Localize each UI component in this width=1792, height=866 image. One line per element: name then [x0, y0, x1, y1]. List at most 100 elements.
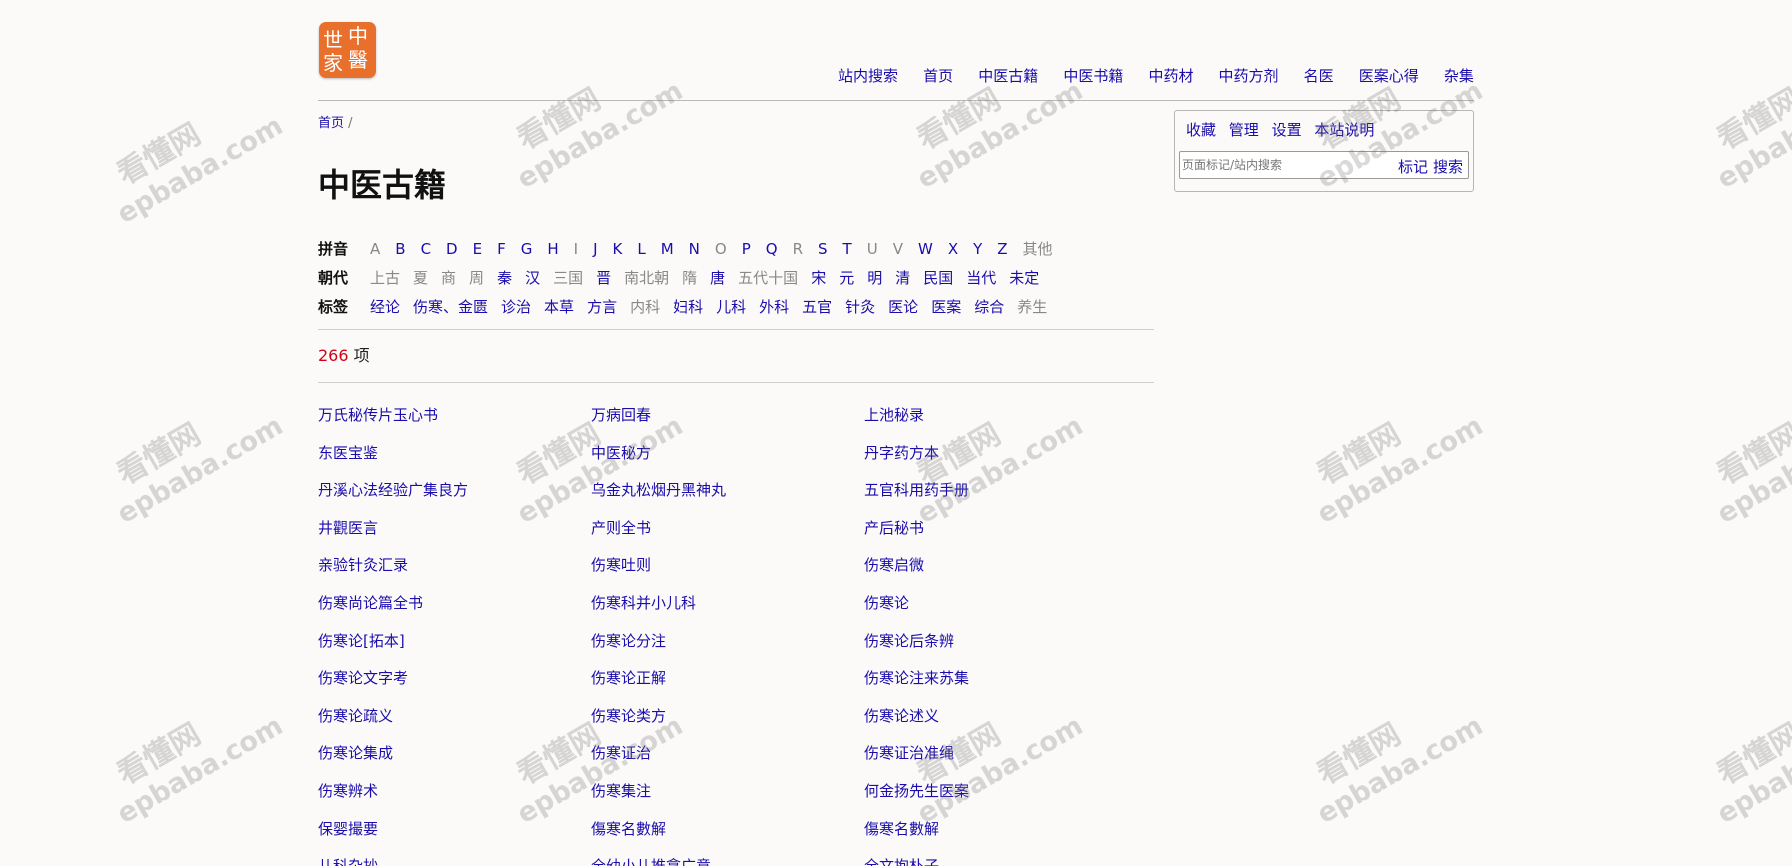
book-link[interactable]: 伤寒论分注	[591, 630, 864, 668]
filter-tag-option[interactable]: 本草	[544, 296, 574, 317]
favorites-link[interactable]: 收藏	[1186, 121, 1216, 139]
book-link[interactable]: 伤寒论	[864, 592, 1137, 630]
book-link[interactable]: 上池秘录	[864, 404, 1137, 442]
nav-site-search[interactable]: 站内搜索	[838, 65, 898, 87]
book-link[interactable]: 伤寒论疏义	[318, 705, 591, 743]
book-link[interactable]: 伤寒论正解	[591, 667, 864, 705]
book-link[interactable]: 儿科杂抄	[318, 855, 591, 866]
book-link[interactable]: 乌金丸松烟丹黑神丸	[591, 479, 864, 517]
filter-tag-option[interactable]: 伤寒、金匮	[413, 296, 488, 317]
book-link[interactable]: 产后秘书	[864, 517, 1137, 555]
filter-tag-option[interactable]: 综合	[974, 296, 1004, 317]
mark-button[interactable]: 标记	[1398, 156, 1428, 177]
book-link[interactable]: 伤寒论[拓本]	[318, 630, 591, 668]
filter-pinyin-option[interactable]: X	[948, 240, 958, 258]
filter-pinyin-option[interactable]: N	[689, 240, 700, 258]
book-link[interactable]: 伤寒论集成	[318, 742, 591, 780]
filter-dynasty-option[interactable]: 秦	[497, 267, 512, 288]
book-link[interactable]: 中医秘方	[591, 442, 864, 480]
nav-books[interactable]: 中医书籍	[1063, 65, 1123, 87]
nav-doctors[interactable]: 名医	[1304, 65, 1334, 87]
filter-tag-option[interactable]: 外科	[759, 296, 789, 317]
filter-pinyin-option[interactable]: Z	[997, 240, 1007, 258]
filter-pinyin-option[interactable]: S	[818, 240, 828, 258]
filter-tag-option[interactable]: 医案	[931, 296, 961, 317]
book-link[interactable]: 伤寒辨术	[318, 780, 591, 818]
filter-dynasty-option[interactable]: 民国	[923, 267, 953, 288]
filter-dynasty-option[interactable]: 清	[895, 267, 910, 288]
book-link[interactable]: 伤寒启微	[864, 554, 1137, 592]
filter-pinyin-option[interactable]: P	[742, 240, 751, 258]
book-link[interactable]: 伤寒尚论篇全书	[318, 592, 591, 630]
book-link[interactable]: 伤寒证治准绳	[864, 742, 1137, 780]
nav-misc[interactable]: 杂集	[1444, 65, 1474, 87]
filter-pinyin-option[interactable]: Q	[766, 240, 778, 258]
filter-dynasty-option[interactable]: 未定	[1009, 267, 1039, 288]
filter-tag-option[interactable]: 经论	[370, 296, 400, 317]
filter-tag-option[interactable]: 诊治	[501, 296, 531, 317]
filter-tag-option[interactable]: 妇科	[673, 296, 703, 317]
filter-tag-option[interactable]: 针灸	[845, 296, 875, 317]
filter-pinyin-option[interactable]: D	[446, 240, 458, 258]
filter-dynasty-option[interactable]: 唐	[710, 267, 725, 288]
book-link[interactable]: 全幼小儿推拿广意	[591, 855, 864, 866]
search-button[interactable]: 搜索	[1433, 156, 1463, 177]
filter-tag-option[interactable]: 方言	[587, 296, 617, 317]
breadcrumb-home[interactable]: 首页	[318, 116, 344, 131]
about-link[interactable]: 本站说明	[1314, 121, 1374, 139]
book-link[interactable]: 五官科用药手册	[864, 479, 1137, 517]
book-link[interactable]: 傷寒名數解	[864, 818, 1137, 856]
site-logo[interactable]: 中 醫 世 家	[319, 22, 376, 78]
filter-pinyin-option[interactable]: M	[661, 240, 674, 258]
book-link[interactable]: 伤寒论注来苏集	[864, 667, 1137, 705]
book-link[interactable]: 保婴撮要	[318, 818, 591, 856]
filter-pinyin-option[interactable]: E	[473, 240, 482, 258]
book-link[interactable]: 万氏秘传片玉心书	[318, 404, 591, 442]
nav-classics[interactable]: 中医古籍	[978, 65, 1038, 87]
book-link[interactable]: 傷寒名數解	[591, 818, 864, 856]
filter-pinyin-option[interactable]: C	[421, 240, 431, 258]
filter-tag-option[interactable]: 儿科	[716, 296, 746, 317]
filter-pinyin-option[interactable]: L	[637, 240, 645, 258]
nav-cases[interactable]: 医案心得	[1359, 65, 1419, 87]
filter-dynasty-option[interactable]: 明	[867, 267, 882, 288]
book-link[interactable]: 万病回春	[591, 404, 864, 442]
book-link[interactable]: 伤寒科并小儿科	[591, 592, 864, 630]
filter-dynasty-option[interactable]: 当代	[966, 267, 996, 288]
filter-pinyin-option[interactable]: J	[593, 240, 597, 258]
book-link[interactable]: 全文抱朴子	[864, 855, 1137, 866]
nav-home[interactable]: 首页	[923, 65, 953, 87]
filter-dynasty-option[interactable]: 晋	[596, 267, 611, 288]
filter-pinyin-option[interactable]: W	[918, 240, 933, 258]
filter-dynasty-option[interactable]: 元	[839, 267, 854, 288]
filter-tag-option[interactable]: 五官	[802, 296, 832, 317]
settings-link[interactable]: 设置	[1272, 121, 1302, 139]
book-link[interactable]: 伤寒论后条辨	[864, 630, 1137, 668]
filter-pinyin-option[interactable]: G	[521, 240, 533, 258]
book-link[interactable]: 井觀医言	[318, 517, 591, 555]
filter-pinyin-option[interactable]: B	[395, 240, 405, 258]
book-link[interactable]: 丹字药方本	[864, 442, 1137, 480]
filter-dynasty-option[interactable]: 宋	[811, 267, 826, 288]
manage-link[interactable]: 管理	[1229, 121, 1259, 139]
book-link[interactable]: 伤寒论述义	[864, 705, 1137, 743]
filter-dynasty-option[interactable]: 汉	[525, 267, 540, 288]
filter-pinyin-option[interactable]: H	[547, 240, 558, 258]
search-input[interactable]	[1180, 152, 1384, 178]
filter-pinyin-option[interactable]: Y	[973, 240, 982, 258]
book-link[interactable]: 产则全书	[591, 517, 864, 555]
nav-formulas[interactable]: 中药方剂	[1219, 65, 1279, 87]
filter-pinyin-option[interactable]: K	[613, 240, 623, 258]
book-link[interactable]: 伤寒论类方	[591, 705, 864, 743]
book-link[interactable]: 伤寒吐则	[591, 554, 864, 592]
book-link[interactable]: 何金扬先生医案	[864, 780, 1137, 818]
book-link[interactable]: 东医宝鉴	[318, 442, 591, 480]
filter-pinyin-option[interactable]: F	[497, 240, 506, 258]
book-link[interactable]: 亲验针灸汇录	[318, 554, 591, 592]
book-link[interactable]: 伤寒论文字考	[318, 667, 591, 705]
filter-tag-option[interactable]: 医论	[888, 296, 918, 317]
book-link[interactable]: 伤寒集注	[591, 780, 864, 818]
book-link[interactable]: 伤寒证治	[591, 742, 864, 780]
nav-herbs[interactable]: 中药材	[1148, 65, 1193, 87]
filter-pinyin-option[interactable]: T	[843, 240, 852, 258]
